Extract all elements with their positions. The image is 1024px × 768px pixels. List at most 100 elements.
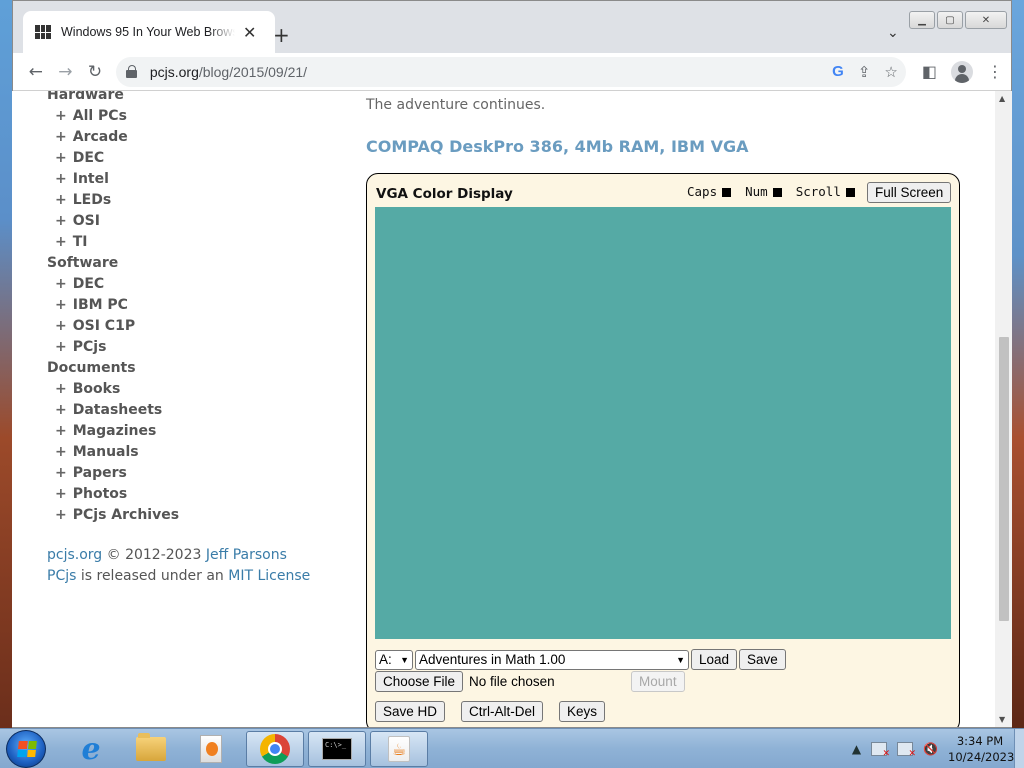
share-icon[interactable]: ⇪	[858, 63, 871, 81]
save-hd-button[interactable]: Save HD	[375, 701, 446, 722]
side-panel-icon[interactable]: ◧	[922, 62, 937, 81]
expand-plus-icon[interactable]: +	[55, 318, 67, 334]
expand-plus-icon[interactable]: +	[55, 297, 67, 313]
ctrl-alt-del-button[interactable]: Ctrl-Alt-Del	[461, 701, 544, 722]
display-title: VGA Color Display	[376, 186, 513, 202]
sidebar-item-papers[interactable]: + Papers	[47, 463, 347, 484]
sidebar-item-books[interactable]: + Books	[47, 379, 347, 400]
url-text[interactable]: pcjs.org/blog/2015/09/21/	[150, 64, 307, 80]
expand-plus-icon[interactable]: +	[55, 171, 67, 187]
sidebar-item-intel[interactable]: + Intel	[47, 169, 347, 190]
expand-plus-icon[interactable]: +	[55, 129, 67, 145]
close-window-button[interactable]: ✕	[965, 11, 1007, 29]
lock-icon[interactable]	[125, 64, 138, 79]
save-disk-button[interactable]: Save	[739, 649, 786, 670]
expand-plus-icon[interactable]: +	[55, 276, 67, 292]
sidebar-item-datasheets[interactable]: + Datasheets	[47, 400, 347, 421]
sidebar-item-label: All PCs	[72, 108, 127, 124]
system-tray: ▲ 🔇 3:34 PM 10/24/2023	[852, 733, 1015, 765]
sidebar-section-documents[interactable]: Documents	[47, 358, 347, 379]
maximize-button[interactable]: ▢	[937, 11, 963, 29]
volume-muted-icon[interactable]: 🔇	[923, 742, 938, 756]
expand-plus-icon[interactable]: +	[55, 402, 67, 418]
pcjs-site-link[interactable]: pcjs.org	[47, 547, 102, 563]
sidebar-item-label: Photos	[72, 486, 128, 502]
scrollbar-thumb[interactable]	[999, 337, 1009, 621]
scroll-down-arrow-icon[interactable]: ▼	[999, 715, 1005, 724]
browser-tab[interactable]: Windows 95 In Your Web Browser ✕	[23, 11, 275, 53]
full-screen-button[interactable]: Full Screen	[867, 182, 952, 203]
minimize-button[interactable]: ▁	[909, 11, 935, 29]
load-button[interactable]: Load	[691, 649, 738, 670]
windows-logo-icon	[17, 741, 37, 757]
sidebar-item-osi[interactable]: + OSI	[47, 211, 347, 232]
expand-plus-icon[interactable]: +	[55, 486, 67, 502]
machine-title-link[interactable]: COMPAQ DeskPro 386, 4Mb RAM, IBM VGA	[366, 137, 966, 156]
forward-arrow-icon[interactable]: →	[51, 57, 81, 87]
expand-plus-icon[interactable]: +	[55, 150, 67, 166]
disk-select[interactable]: Adventures in Math 1.00 ▼	[415, 649, 689, 670]
action-center-icon[interactable]	[871, 742, 890, 759]
expand-plus-icon[interactable]: +	[55, 192, 67, 208]
expand-plus-icon[interactable]: +	[55, 339, 67, 355]
mount-button[interactable]: Mount	[631, 671, 685, 692]
page-scrollbar[interactable]: ▲ ▼	[995, 91, 1012, 727]
sidebar-item-arcade[interactable]: + Arcade	[47, 127, 347, 148]
vga-screen[interactable]	[375, 207, 951, 639]
sidebar-item-ibm-pc[interactable]: + IBM PC	[47, 295, 347, 316]
clock-time: 3:34 PM	[956, 734, 1004, 748]
pcjs-link[interactable]: PCjs	[47, 568, 76, 584]
sidebar-item-all-pcs[interactable]: + All PCs	[47, 106, 347, 127]
clock[interactable]: 3:34 PM 10/24/2023	[948, 733, 1015, 765]
taskbar-file-explorer[interactable]	[128, 731, 174, 767]
expand-plus-icon[interactable]: +	[55, 507, 67, 523]
author-link[interactable]: Jeff Parsons	[206, 547, 287, 563]
taskbar-media-player[interactable]	[188, 731, 234, 767]
expand-plus-icon[interactable]: +	[55, 465, 67, 481]
sidebar-item-manuals[interactable]: + Manuals	[47, 442, 347, 463]
taskbar-command-prompt[interactable]: C:\>_	[308, 731, 366, 767]
profile-avatar-icon[interactable]	[950, 60, 973, 83]
mit-license-link[interactable]: MIT License	[228, 568, 310, 584]
expand-plus-icon[interactable]: +	[55, 444, 67, 460]
taskbar-chrome[interactable]	[246, 731, 304, 767]
expand-plus-icon[interactable]: +	[55, 381, 67, 397]
keys-button[interactable]: Keys	[559, 701, 606, 722]
clock-date: 10/24/2023	[948, 750, 1015, 764]
sidebar-item-dec[interactable]: + DEC	[47, 274, 347, 295]
menu-dots-icon[interactable]: ⋮	[987, 62, 1003, 81]
start-button[interactable]	[6, 730, 46, 768]
sidebar-section-software[interactable]: Software	[47, 253, 347, 274]
sidebar-item-photos[interactable]: + Photos	[47, 484, 347, 505]
sidebar-section-hardware[interactable]: Hardware	[47, 91, 347, 106]
address-bar[interactable]: pcjs.org/blog/2015/09/21/ G ⇪ ☆	[115, 56, 906, 87]
google-icon[interactable]: G	[832, 63, 844, 81]
machine-controls: Save HD Ctrl-Alt-Del Keys	[375, 701, 606, 722]
bookmark-star-icon[interactable]: ☆	[884, 63, 897, 81]
drive-select[interactable]: A: ▼	[375, 649, 413, 670]
sidebar-item-osi-c1p[interactable]: + OSI C1P	[47, 316, 347, 337]
expand-plus-icon[interactable]: +	[55, 423, 67, 439]
expand-plus-icon[interactable]: +	[55, 234, 67, 250]
sidebar-item-ti[interactable]: + TI	[47, 232, 347, 253]
show-desktop-button[interactable]	[1014, 729, 1024, 768]
sidebar-item-magazines[interactable]: + Magazines	[47, 421, 347, 442]
expand-plus-icon[interactable]: +	[55, 108, 67, 124]
sidebar-item-leds[interactable]: + LEDs	[47, 190, 347, 211]
new-tab-button[interactable]: +	[273, 23, 290, 47]
taskbar-java[interactable]: ☕	[370, 731, 428, 767]
choose-file-button[interactable]: Choose File	[375, 671, 464, 692]
tab-search-chevron-icon[interactable]: ⌄	[887, 25, 899, 41]
expand-plus-icon[interactable]: +	[55, 213, 67, 229]
tray-expand-icon[interactable]: ▲	[852, 742, 861, 756]
taskbar-internet-explorer[interactable]: e	[68, 731, 114, 767]
sidebar-item-pcjs-archives[interactable]: + PCjs Archives	[47, 505, 347, 526]
reload-icon[interactable]: ↻	[80, 57, 110, 87]
network-icon[interactable]	[897, 742, 916, 759]
sidebar-item-label: OSI	[72, 213, 100, 229]
sidebar-item-pcjs[interactable]: + PCjs	[47, 337, 347, 358]
tab-close-icon[interactable]: ✕	[243, 23, 256, 42]
sidebar-item-dec[interactable]: + DEC	[47, 148, 347, 169]
scroll-up-arrow-icon[interactable]: ▲	[999, 94, 1005, 103]
back-arrow-icon[interactable]: ←	[21, 57, 51, 87]
